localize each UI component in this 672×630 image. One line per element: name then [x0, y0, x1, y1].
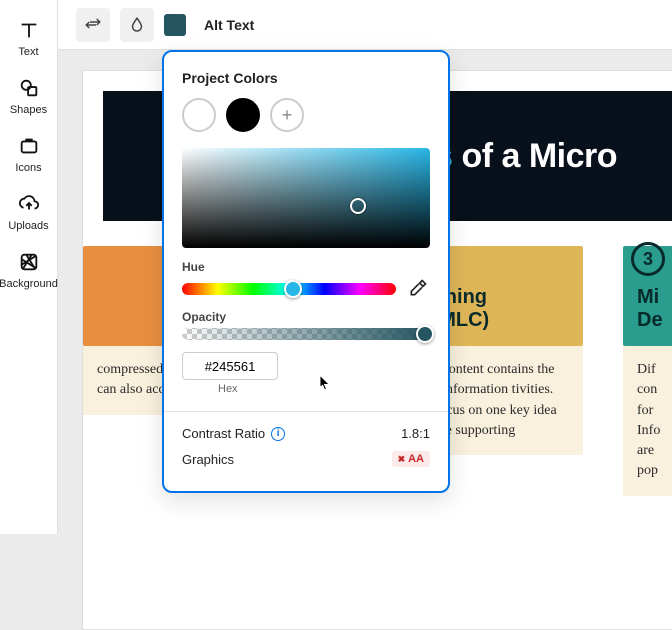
sv-cursor[interactable] — [350, 198, 366, 214]
hue-slider[interactable] — [182, 283, 396, 295]
swatch-black[interactable] — [226, 98, 260, 132]
hue-thumb[interactable] — [284, 280, 302, 298]
opacity-slider[interactable] — [182, 328, 430, 340]
alt-text-button[interactable]: Alt Text — [204, 17, 254, 33]
divider — [164, 411, 448, 412]
add-color-button[interactable]: + — [270, 98, 304, 132]
eyedropper-button[interactable] — [408, 278, 430, 300]
tool-background-label: Background — [0, 278, 58, 290]
info-icon[interactable]: i — [271, 427, 285, 441]
upload-icon — [17, 192, 41, 216]
card-3-title2: De — [637, 309, 672, 332]
color-picker-popup: Project Colors + Hue Opacity Hex Contras… — [162, 50, 450, 493]
project-colors-row: + — [182, 98, 430, 132]
saturation-value-field[interactable] — [182, 148, 430, 248]
contrast-ratio-text: Contrast Ratio — [182, 426, 265, 441]
top-bar: Alt Text — [58, 0, 672, 50]
banner-rest: of a Micro — [453, 137, 618, 175]
opacity-thumb[interactable] — [416, 325, 434, 343]
contrast-ratio-value: 1.8:1 — [401, 426, 430, 441]
card-3-body: Dif con for Info are pop — [623, 346, 672, 496]
text-icon — [17, 18, 41, 42]
tool-text-label: Text — [18, 46, 38, 58]
hue-label: Hue — [182, 260, 430, 274]
contrast-ratio-label: Contrast Ratio i — [182, 426, 285, 441]
aa-text: AA — [408, 453, 424, 465]
current-color-swatch[interactable] — [164, 14, 186, 36]
hex-label: Hex — [218, 383, 238, 395]
shapes-icon — [17, 76, 41, 100]
graphics-label: Graphics — [182, 452, 234, 467]
tool-icons[interactable]: Icons — [0, 134, 57, 174]
mouse-cursor — [320, 375, 331, 392]
tool-shapes[interactable]: Shapes — [0, 76, 57, 116]
card-3-title1: Mi — [637, 286, 672, 309]
fill-button[interactable] — [120, 8, 154, 42]
tool-text[interactable]: Text — [0, 18, 57, 58]
tool-shapes-label: Shapes — [10, 104, 47, 116]
tool-background[interactable]: Background — [0, 250, 57, 290]
aa-fail-badge: AA — [392, 451, 430, 467]
card-3[interactable]: 3 Mi De Dif con for Info are pop — [623, 246, 672, 496]
card-3-badge: 3 — [631, 242, 665, 276]
swap-button[interactable] — [76, 8, 110, 42]
tool-uploads[interactable]: Uploads — [0, 192, 57, 232]
background-icon — [17, 250, 41, 274]
tool-uploads-label: Uploads — [8, 220, 48, 232]
hex-input[interactable] — [182, 352, 278, 380]
project-colors-heading: Project Colors — [182, 70, 430, 86]
left-toolbar: Text Shapes Icons Uploads Background — [0, 0, 58, 534]
opacity-label: Opacity — [182, 310, 430, 324]
tool-icons-label: Icons — [15, 162, 41, 174]
swatch-white[interactable] — [182, 98, 216, 132]
icons-icon — [17, 134, 41, 158]
